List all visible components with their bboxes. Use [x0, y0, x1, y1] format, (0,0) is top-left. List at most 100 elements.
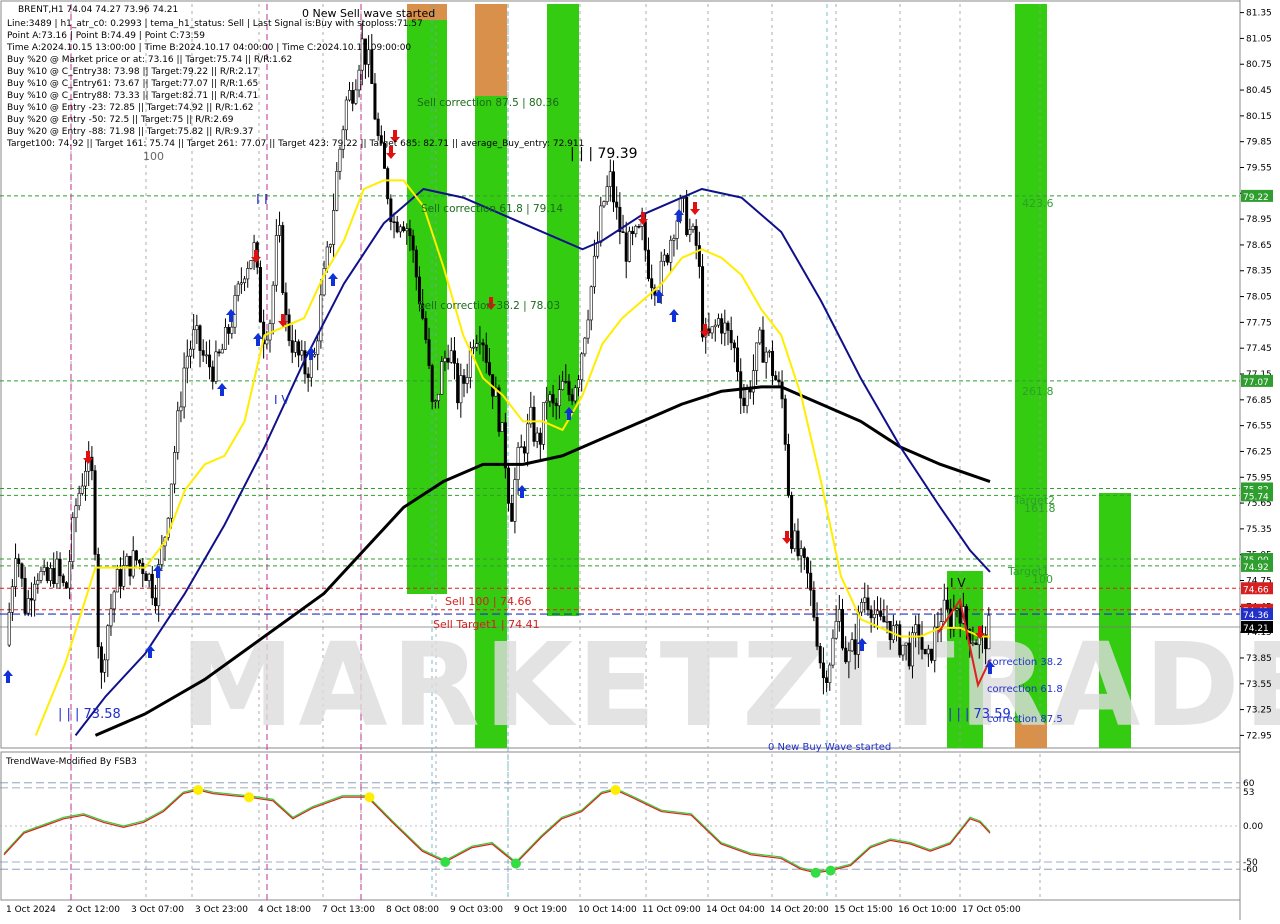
fib-100-label: 100	[1032, 573, 1053, 586]
candle-body	[958, 608, 962, 624]
indicator-bottom-dot	[440, 857, 451, 867]
price-tick-label: 72.95	[1246, 731, 1272, 741]
candle-body	[914, 624, 918, 634]
candle-body	[150, 573, 154, 599]
candle-body	[777, 379, 781, 383]
candle-body	[688, 229, 692, 235]
price-marker-label: 75.74	[1243, 492, 1269, 502]
candle-body	[402, 226, 406, 232]
candle-body	[386, 168, 390, 200]
price-tick-label: 78.35	[1246, 267, 1272, 277]
candle-body	[258, 266, 262, 323]
candle-body	[179, 406, 183, 412]
candle-body	[29, 598, 33, 601]
candle-body	[122, 565, 126, 587]
candle-body	[39, 571, 43, 581]
candle-body	[443, 357, 447, 362]
candle-body	[713, 324, 717, 328]
candle-body	[971, 642, 975, 645]
time-axis[interactable]: 1 Oct 2024 2 Oct 12:00 3 Oct 07:00 3 Oct 23…	[6, 905, 1021, 915]
watermark: MARKETZITRADE	[180, 619, 1280, 753]
candle-body	[697, 245, 701, 267]
candle-body	[503, 422, 507, 469]
candle-body	[26, 598, 30, 614]
indicator-tick-label: 0.00	[1243, 822, 1263, 832]
candle-body	[729, 330, 733, 344]
candle-body	[945, 599, 949, 610]
time-tick-label: 2 Oct 12:00	[67, 905, 120, 915]
candle-body	[624, 232, 628, 262]
indicator-bottom-dot	[825, 865, 836, 876]
correction-875-label: correction 87.5	[987, 714, 1063, 725]
new-sell-wave-label: 0 New Sell wave started	[302, 7, 435, 20]
candle-body	[452, 350, 456, 364]
candle-body	[472, 346, 476, 349]
time-tick-label: 3 Oct 23:00	[195, 905, 248, 915]
candle-body	[637, 225, 641, 228]
candle-body	[211, 366, 215, 382]
info-line: Buy %10 @ C_Entry61: 73.67 || Target:77.…	[7, 79, 258, 89]
candle-body	[545, 400, 549, 403]
candle-body	[691, 225, 695, 230]
candle-body	[134, 550, 138, 561]
candle-body	[538, 432, 542, 445]
candle-body	[608, 171, 612, 187]
candle-body	[923, 649, 927, 655]
candle-body	[344, 99, 348, 131]
candle-body	[758, 329, 762, 344]
indicator-tick-label: -60	[1243, 865, 1258, 875]
candle-body	[440, 361, 444, 395]
candle-body	[596, 242, 600, 257]
candle-body	[223, 326, 227, 350]
time-tick-label: 8 Oct 08:00	[386, 905, 439, 915]
sell-correction-875: Sell correction 87.5 | 80.36	[417, 97, 559, 109]
candle-body	[742, 397, 746, 407]
candle-body	[726, 322, 730, 331]
info-line: Buy %10 @ C_Entry38: 73.98 || Target:79.…	[7, 67, 258, 77]
candle-body	[119, 569, 123, 587]
candle-body	[907, 642, 911, 667]
candle-body	[879, 610, 883, 617]
candle-body	[462, 375, 466, 384]
candle-body	[61, 575, 65, 583]
candle-body	[338, 148, 342, 172]
price-marker-label: 74.92	[1243, 563, 1269, 573]
candle-body	[243, 278, 247, 284]
candle-body	[293, 341, 297, 353]
candle-body	[853, 639, 857, 655]
candle-body	[519, 446, 523, 449]
sell-target1-label: Sell Target1 | 74.41	[433, 618, 540, 631]
info-line: Buy %10 @ Entry -23: 72.85 || Target:74.…	[7, 103, 254, 113]
candle-body	[497, 387, 501, 432]
candle-body	[500, 422, 504, 432]
candle-body	[898, 624, 902, 656]
candle-body	[825, 677, 829, 683]
candle-body	[863, 597, 867, 603]
candle-body	[84, 470, 88, 487]
candle-body	[955, 608, 959, 611]
candle-body	[675, 220, 679, 239]
candle-body	[952, 609, 956, 630]
indicator-title: TrendWave-Modified By FSB3	[5, 757, 137, 767]
candle-body	[214, 351, 218, 382]
candle-body	[840, 609, 844, 649]
price-tick-label: 81.05	[1246, 34, 1272, 44]
price-chart[interactable]: MARKETZITRADE BRENT,H1 74.04 74.27 73.96…	[0, 0, 1280, 920]
candle-body	[144, 573, 148, 581]
candle-body	[287, 314, 291, 341]
candle-body	[809, 572, 813, 591]
candle-body	[930, 648, 934, 661]
candle-body	[17, 558, 21, 565]
candle-body	[33, 583, 37, 601]
candle-body	[14, 558, 18, 587]
candle-body	[910, 632, 914, 667]
candle-body	[20, 563, 24, 579]
candle-body	[446, 357, 450, 363]
candle-body	[475, 343, 479, 348]
candle-body	[335, 171, 339, 211]
time-tick-label: 1 Oct 2024	[6, 905, 56, 915]
fib-423-label: 423.6	[1022, 197, 1054, 210]
candle-body	[542, 402, 546, 445]
candle-body	[522, 446, 526, 454]
candle-body	[669, 239, 673, 263]
